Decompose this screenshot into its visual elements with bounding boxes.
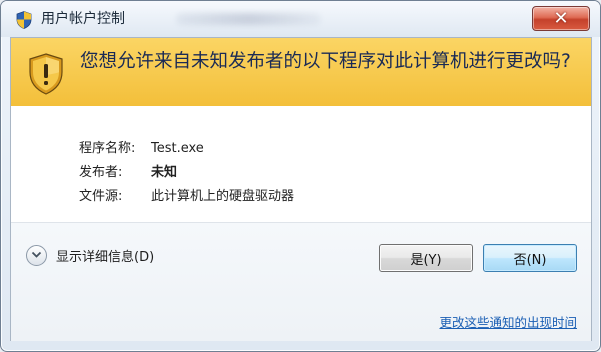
program-name-value: Test.exe [151,141,204,156]
show-details-label[interactable]: 显示详细信息(D) [56,246,154,265]
blurred-title-region [176,13,321,25]
yes-button[interactable]: 是(Y) [379,244,473,272]
publisher-value: 未知 [151,165,178,180]
title-bar[interactable]: 用户帐户控制 ✕ [1,1,600,37]
show-details-toggle[interactable]: 显示详细信息(D) [26,243,154,267]
uac-shield-icon [29,53,63,95]
file-source-row: 文件源: 此计算机上的硬盘驱动器 [79,187,294,207]
uac-dialog: 用户帐户控制 ✕ 您想允许来自未知发布者的以下程序对此计算机进行更改吗? 程序名… [0,0,601,352]
program-name-label: 程序名称: [79,141,136,156]
program-name-row: 程序名称: Test.exe [79,139,204,159]
program-info: 程序名称: Test.exe 发布者: 未知 文件源: 此计算机上的硬盘驱动器 [11,106,591,222]
close-icon: ✕ [553,7,569,29]
window-title: 用户帐户控制 [41,11,125,27]
uac-question: 您想允许来自未知发布者的以下程序对此计算机进行更改吗? [80,51,571,72]
publisher-label: 发布者: [79,165,123,180]
dialog-content: 您想允许来自未知发布者的以下程序对此计算机进行更改吗? 程序名称: Test.ex… [10,37,592,341]
publisher-row: 发布者: 未知 [79,163,177,183]
warning-banner: 您想允许来自未知发布者的以下程序对此计算机进行更改吗? [11,38,591,106]
chevron-down-icon[interactable] [26,244,47,266]
file-source-value: 此计算机上的硬盘驱动器 [151,189,295,204]
close-button[interactable]: ✕ [532,6,590,31]
change-notification-link[interactable]: 更改这些通知的出现时间 [439,312,577,331]
dialog-footer: 显示详细信息(D) 是(Y) 否(N) 更改这些通知的出现时间 [11,222,591,341]
no-button[interactable]: 否(N) [483,244,577,272]
file-source-label: 文件源: [79,189,123,204]
shield-icon [16,11,32,29]
